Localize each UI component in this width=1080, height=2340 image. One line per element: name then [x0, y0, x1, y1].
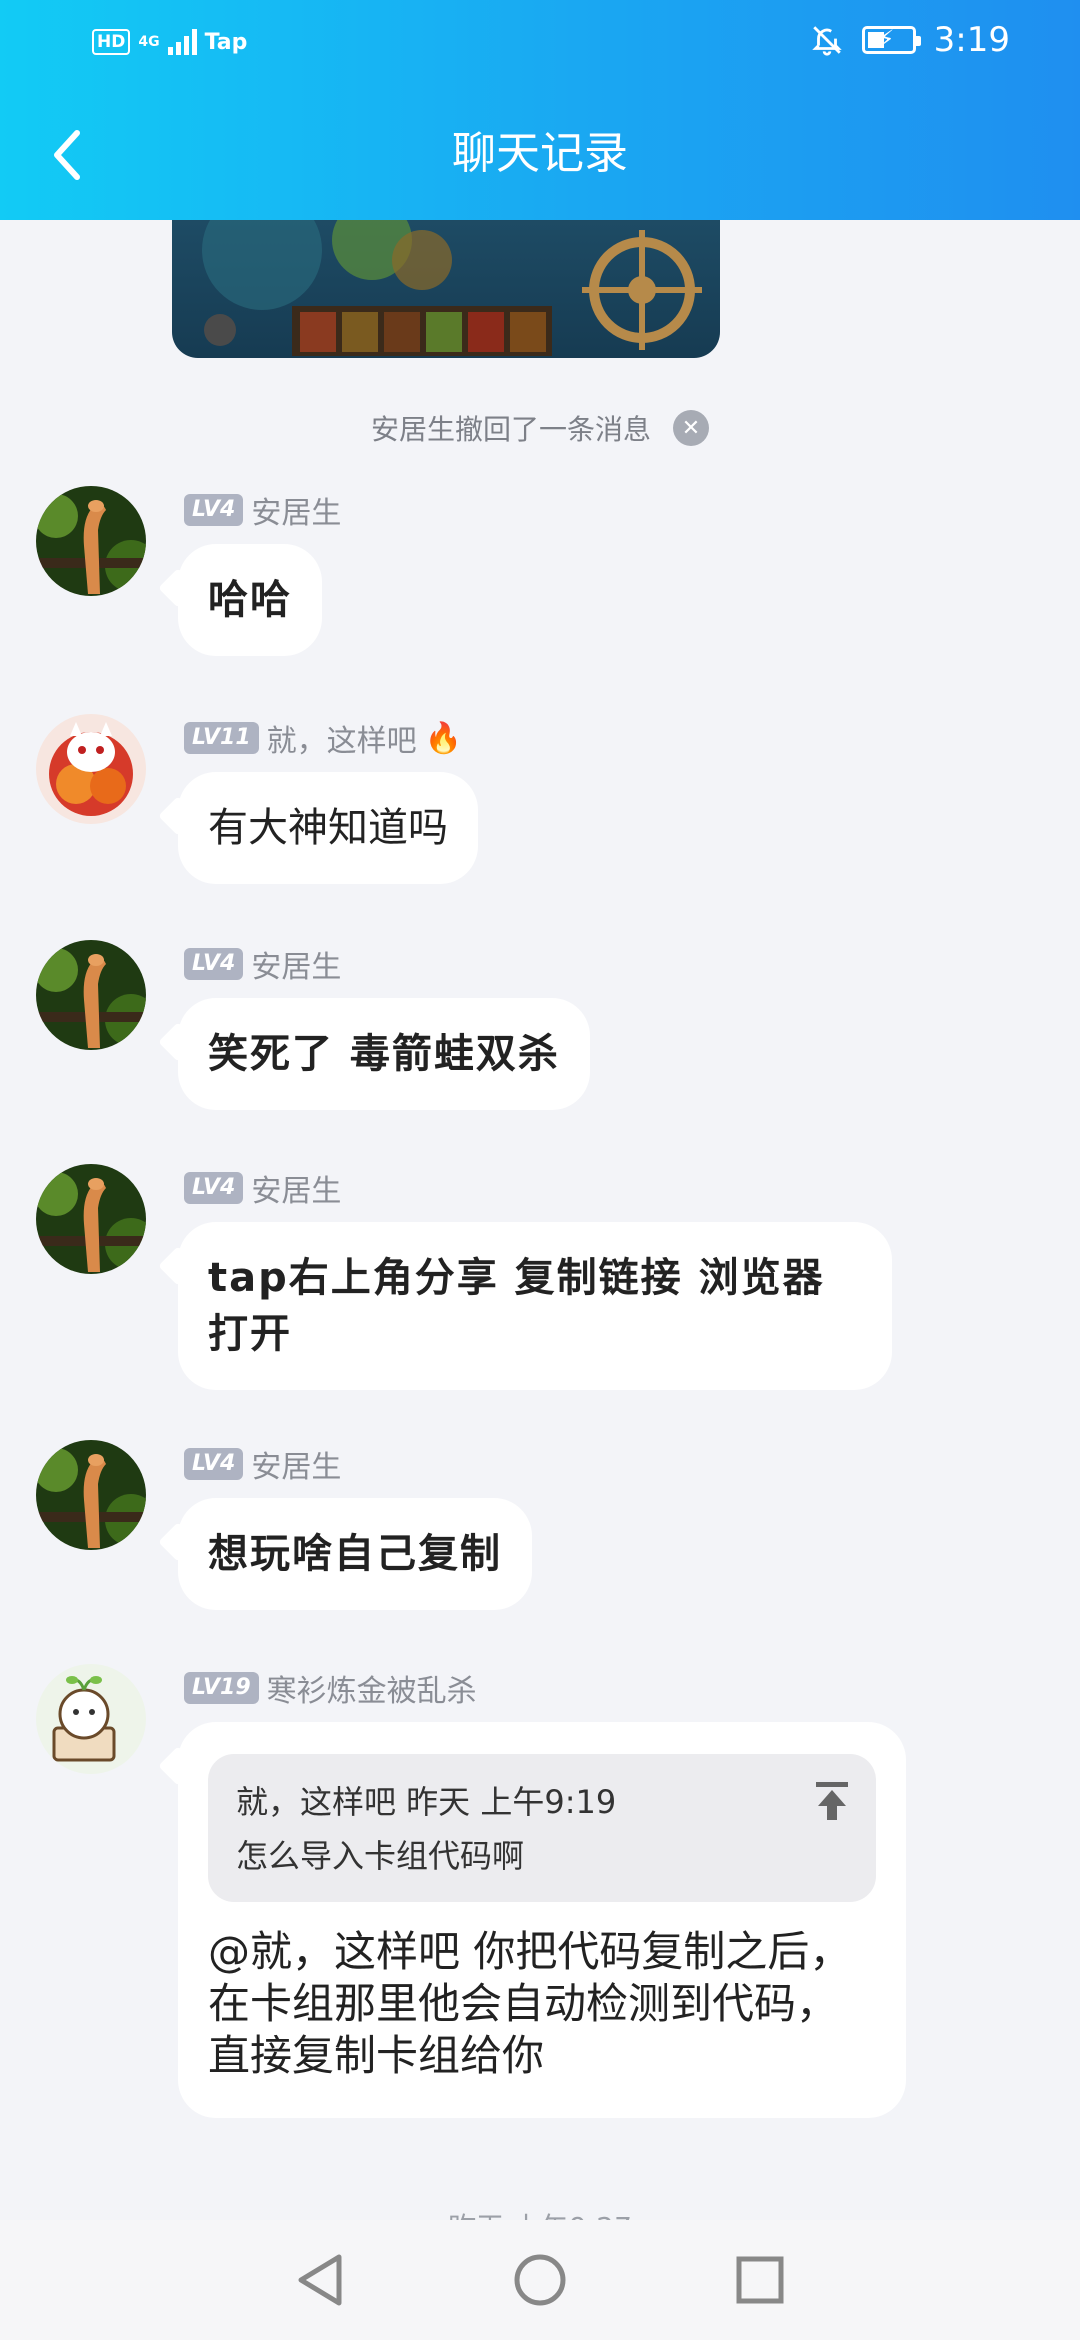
- avatar[interactable]: [36, 940, 146, 1050]
- close-icon[interactable]: ✕: [673, 410, 709, 446]
- message-bubble[interactable]: 笑死了 毒箭蛙双杀: [178, 998, 590, 1110]
- sender-meta: LV4 安居生: [184, 1166, 341, 1210]
- image-message[interactable]: [172, 220, 720, 358]
- network-indicator: 4G: [138, 35, 159, 49]
- hd-icon: HD: [92, 29, 131, 55]
- avatar[interactable]: [36, 1164, 146, 1274]
- message-text: @就，这样吧 你把代码复制之后，在卡组那里他会自动检测到代码，直接复制卡组给你: [208, 1927, 852, 2080]
- sender-name[interactable]: 安居生: [251, 1442, 341, 1486]
- carrier-label: Tap: [204, 29, 248, 55]
- status-left: HD 4G Tap: [92, 22, 247, 62]
- status-bar: HD 4G Tap ⚡ 3:19: [0, 0, 1080, 86]
- sender-name[interactable]: 寒衫炼金被乱杀: [267, 1666, 477, 1710]
- level-badge: LV4: [184, 494, 244, 526]
- avatar[interactable]: [36, 1664, 146, 1774]
- jump-to-top-icon[interactable]: [812, 1780, 852, 1824]
- user-avatar-image: [36, 1664, 146, 1774]
- sender-name[interactable]: 安居生: [251, 488, 341, 532]
- bell-off-icon: [811, 26, 842, 56]
- user-avatar-image: [36, 486, 146, 596]
- quote-header: 就，这样吧 昨天 上午9:19: [236, 1783, 617, 1821]
- triangle-back-icon: [298, 2254, 342, 2306]
- message-bubble[interactable]: 就，这样吧 昨天 上午9:19 怎么导入卡组代码啊 @就，这样吧 你把代码复制之…: [178, 1722, 906, 2118]
- sender-name[interactable]: 安居生: [251, 942, 341, 986]
- user-avatar-image: [36, 1164, 146, 1274]
- avatar[interactable]: [36, 486, 146, 596]
- recall-notice: 安居生撤回了一条消息 ✕: [0, 398, 1080, 458]
- user-avatar-image: [36, 714, 146, 824]
- avatar[interactable]: [36, 1440, 146, 1550]
- level-badge: LV4: [184, 1448, 244, 1480]
- fire-icon: 🔥: [424, 720, 462, 756]
- square-recents-icon: [736, 2256, 784, 2304]
- message-bubble[interactable]: 有大神知道吗: [178, 772, 478, 884]
- level-badge: LV11: [184, 722, 259, 754]
- status-right: ⚡ 3:19: [810, 18, 1010, 62]
- sender-meta: LV19 寒衫炼金被乱杀: [184, 1666, 477, 1710]
- message-bubble[interactable]: 想玩啥自己复制: [178, 1498, 532, 1610]
- level-badge: LV4: [184, 948, 244, 980]
- sender-meta: LV11 就，这样吧 🔥: [184, 716, 462, 760]
- message-bubble[interactable]: tap右上角分享 复制链接 浏览器打开: [178, 1222, 892, 1390]
- home-nav-button[interactable]: [500, 2240, 580, 2320]
- header: HD 4G Tap ⚡ 3:19 聊天记录: [0, 0, 1080, 220]
- recall-text: 安居生撤回了一条消息: [370, 413, 651, 446]
- system-nav-bar: [0, 2220, 1080, 2340]
- sender-meta: LV4 安居生: [184, 1442, 341, 1486]
- sender-name[interactable]: 就，这样吧: [267, 716, 417, 760]
- page-title: 聊天记录: [452, 128, 628, 179]
- level-badge: LV19: [184, 1672, 259, 1704]
- network-type: 4G: [138, 34, 160, 50]
- message-bubble[interactable]: 哈哈: [178, 544, 322, 656]
- circle-home-icon: [514, 2254, 566, 2306]
- sender-name[interactable]: 安居生: [251, 1166, 341, 1210]
- level-badge: LV4: [184, 1172, 244, 1204]
- signal-bars-icon: [167, 29, 197, 55]
- game-screenshot-image: [172, 220, 720, 358]
- sender-meta: LV4 安居生: [184, 488, 341, 532]
- nav-bar: 聊天记录: [0, 100, 1080, 210]
- timestamp: 昨天 上午9:27: [0, 2206, 1080, 2220]
- sender-meta: LV4 安居生: [184, 942, 341, 986]
- chat-history[interactable]: 安居生撤回了一条消息 ✕ LV4 安居生 哈哈 LV11 就，这样吧 🔥 有大神…: [0, 220, 1080, 2220]
- avatar[interactable]: [36, 714, 146, 824]
- battery-icon: ⚡: [861, 25, 921, 54]
- clock: 3:19: [933, 20, 1010, 60]
- recents-nav-button[interactable]: [720, 2240, 800, 2320]
- back-nav-button[interactable]: [280, 2240, 360, 2320]
- user-avatar-image: [36, 940, 146, 1050]
- quote-body: 怎么导入卡组代码啊: [236, 1837, 525, 1875]
- user-avatar-image: [36, 1440, 146, 1550]
- quoted-message[interactable]: 就，这样吧 昨天 上午9:19 怎么导入卡组代码啊: [208, 1754, 876, 1902]
